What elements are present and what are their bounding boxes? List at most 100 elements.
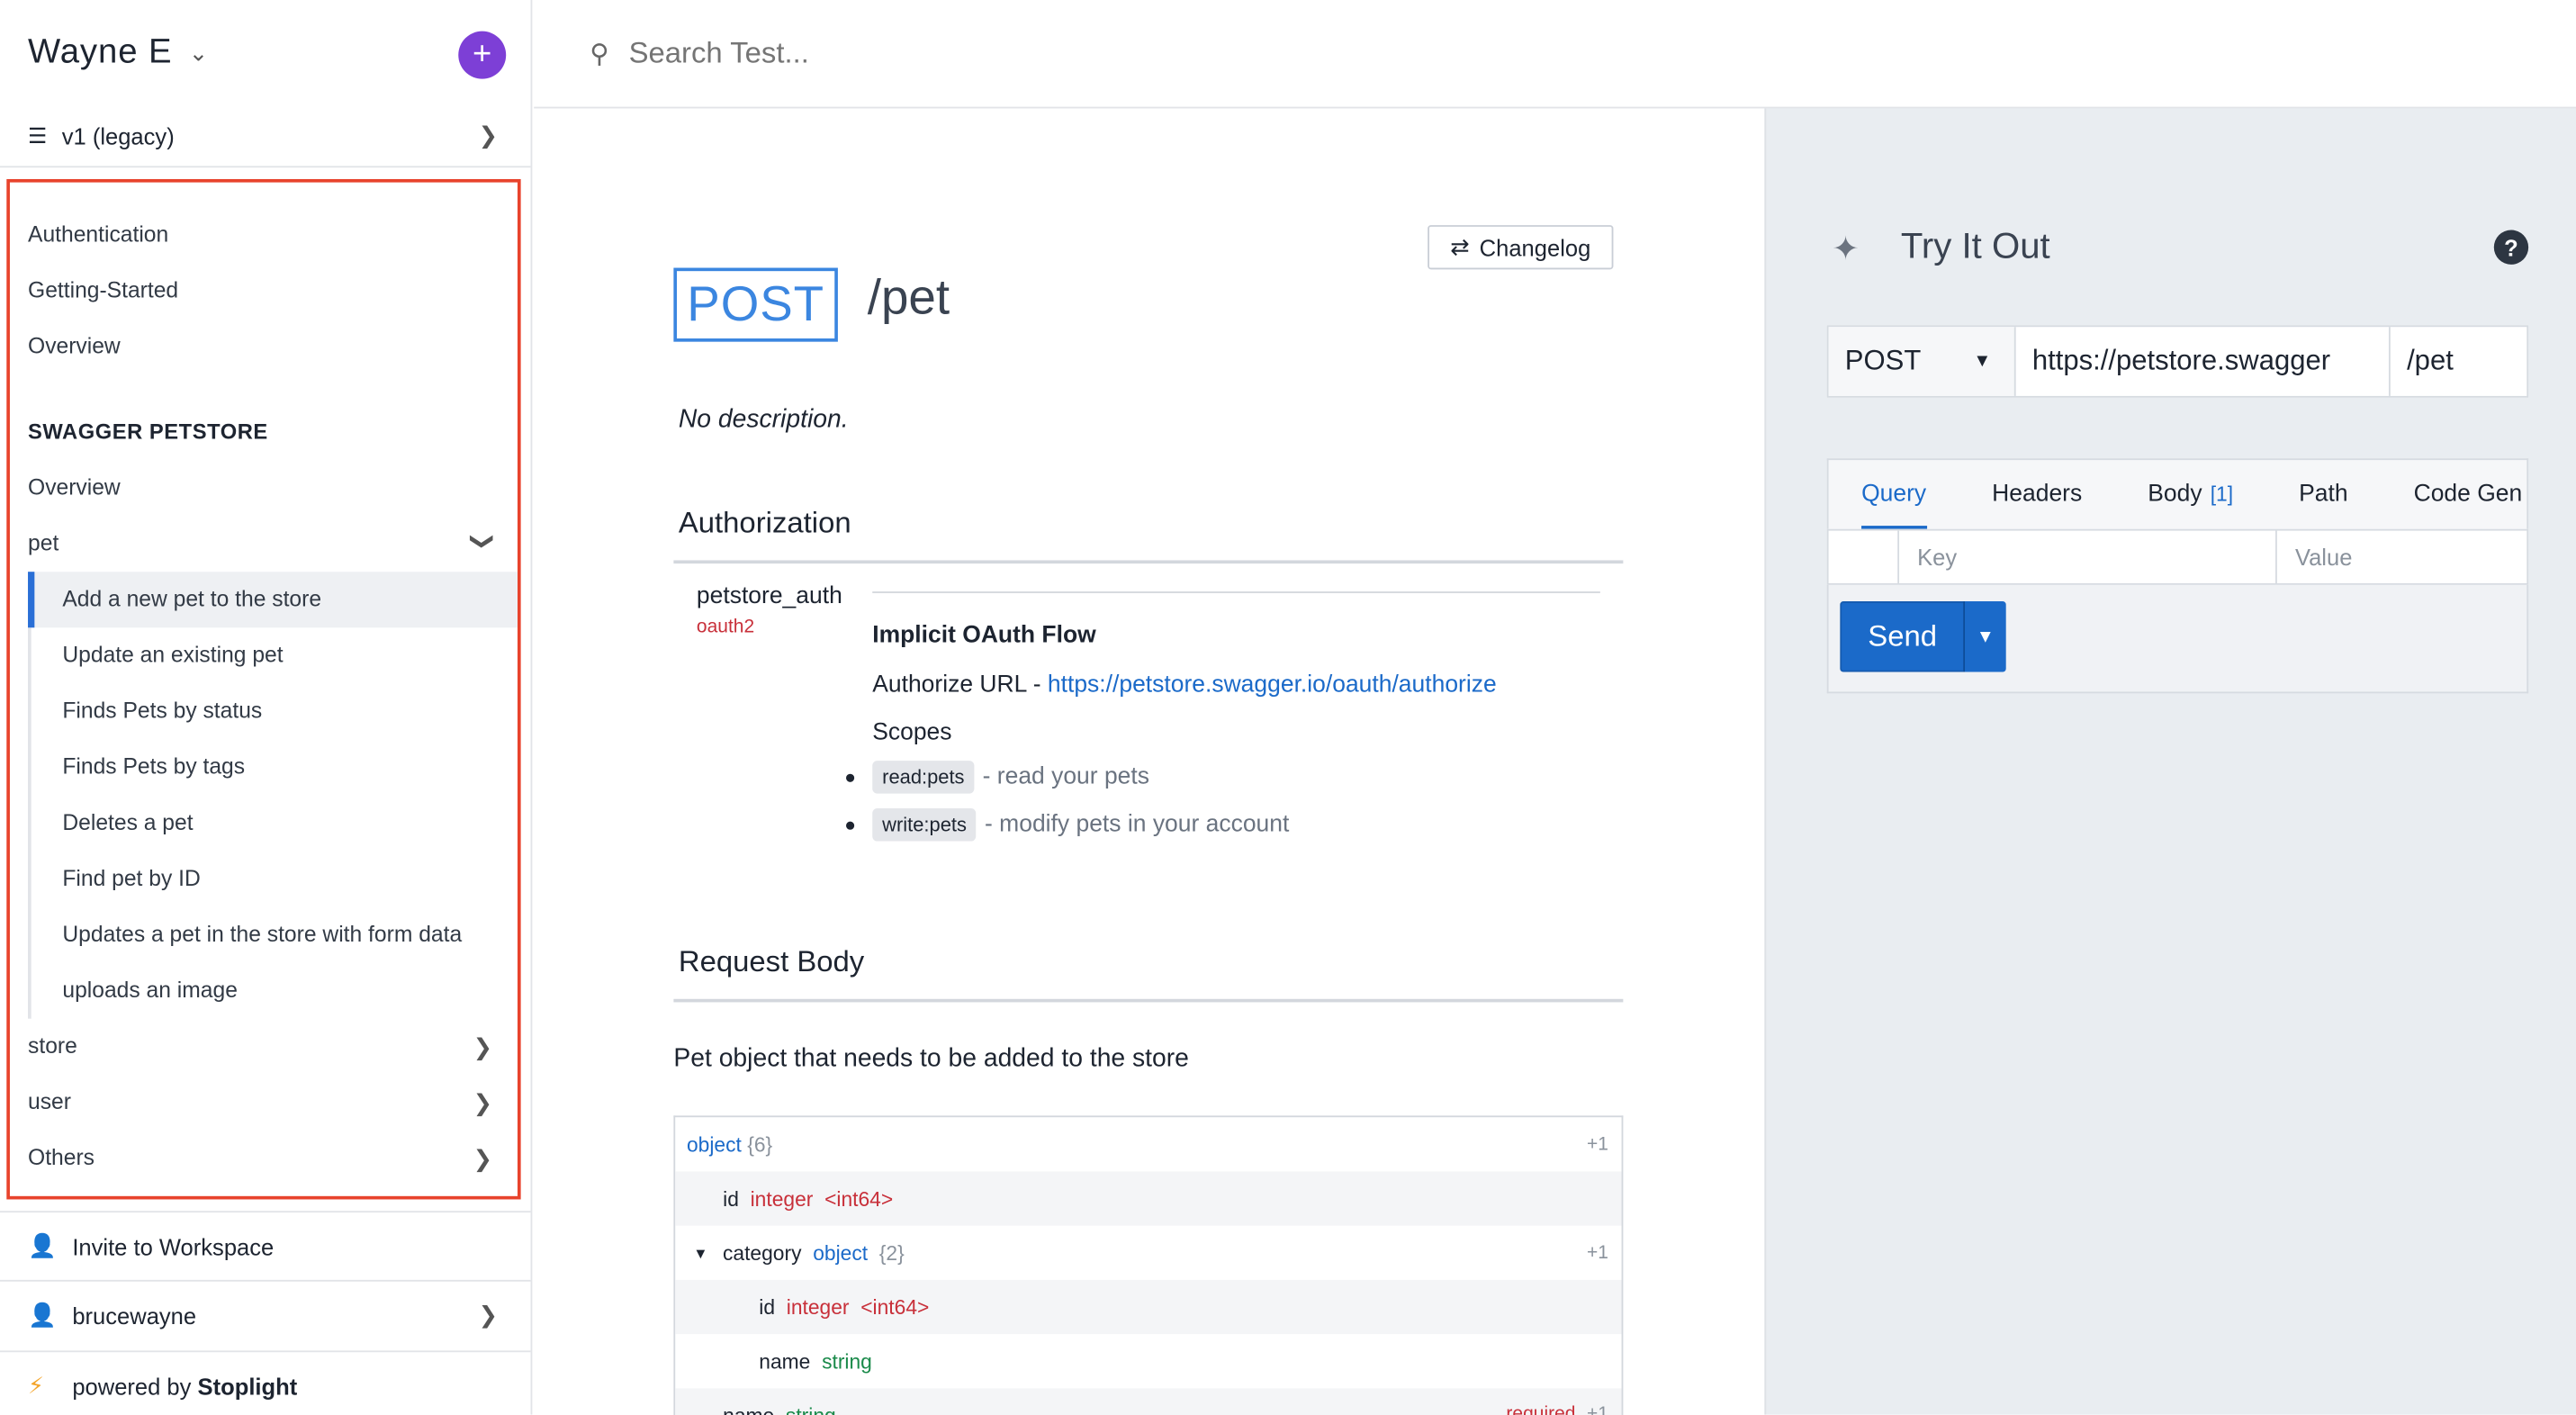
field-name: name [723, 1405, 774, 1415]
schema-plus: +1 [1587, 1134, 1608, 1155]
method-select[interactable]: POST ▼ [1828, 327, 2016, 396]
powered-by[interactable]: ⚡ powered by Stoplight [0, 1350, 531, 1415]
tab-badge: [1] [2210, 482, 2234, 507]
username: brucewayne [72, 1302, 197, 1329]
bullet [846, 820, 855, 829]
query-param-row: Key Value [1826, 528, 2529, 585]
tab-query[interactable]: Query [1829, 460, 1959, 529]
search-bar: ⚲ [534, 0, 2576, 109]
tab-label: Code Gen [2413, 481, 2523, 509]
send-options-button[interactable]: ▼ [1963, 601, 2006, 672]
key-input[interactable]: Key [1899, 530, 2277, 583]
base-url-field[interactable]: https://petstore.swagger [2016, 327, 2391, 396]
field-type: string [822, 1349, 872, 1374]
schema-row: id integer <int64> [675, 1171, 1622, 1226]
workspace-switcher[interactable]: Wayne E ⌄ [28, 33, 209, 73]
changelog-label: Changelog [1479, 234, 1591, 261]
auth-scheme-name: petstore_auth [696, 582, 842, 610]
caret-down-icon[interactable]: ▼ [693, 1245, 707, 1261]
operation-description: No description. [678, 405, 849, 434]
changelog-button[interactable]: ⇄ Changelog [1428, 225, 1614, 270]
sidebar-item-find-by-tags[interactable]: Finds Pets by tags [62, 754, 245, 779]
invite-button[interactable]: 👤 Invite to Workspace [0, 1211, 531, 1280]
oauth-flow-title: Implicit OAuth Flow [872, 622, 1096, 649]
sidebar-item-find-by-id[interactable]: Find pet by ID [62, 866, 200, 890]
field-type: string [786, 1405, 836, 1415]
authorization-heading: Authorization [678, 506, 851, 539]
sidebar-item-authentication[interactable]: Authentication [28, 221, 168, 246]
sidebar-item-update-form[interactable]: Updates a pet in the store with form dat… [62, 922, 462, 946]
add-user-icon: 👤 [28, 1231, 57, 1259]
layers-icon: ☰ [28, 122, 48, 148]
chevron-right-icon[interactable]: ❯ [473, 1033, 492, 1061]
try-it-title: Try It Out [1900, 225, 2050, 266]
field-name: category [722, 1241, 802, 1265]
chevron-down-icon: ⌄ [188, 38, 210, 66]
divider [872, 591, 1600, 593]
sidebar-item-upload-image[interactable]: uploads an image [62, 978, 238, 1002]
schema-plus: +1 [1587, 1404, 1608, 1415]
search-input[interactable] [628, 36, 1451, 71]
tab-body[interactable]: Body [1] [2115, 460, 2266, 529]
schema-plus: +1 [1587, 1242, 1608, 1263]
add-button[interactable]: + [458, 31, 507, 79]
chevron-right-icon: ❯ [478, 1301, 499, 1328]
help-icon[interactable]: ? [2493, 230, 2529, 265]
operation-panel: ⇄ Changelog POST /pet No description. Au… [534, 108, 1765, 1415]
schema-row[interactable]: ▼ category object {2} +1 [675, 1226, 1621, 1280]
sidebar-item-delete-pet[interactable]: Deletes a pet [62, 810, 193, 834]
tab-path[interactable]: Path [2266, 460, 2381, 529]
send-button[interactable]: Send [1840, 601, 1966, 672]
field-format: <int64> [824, 1186, 894, 1211]
scope-description: - modify pets in your account [985, 811, 1290, 838]
sidebar-group-store[interactable]: store [28, 1033, 77, 1058]
scope-description: - read your pets [982, 763, 1149, 790]
caret-down-icon: ▼ [1973, 351, 1992, 372]
tab-headers[interactable]: Headers [1959, 460, 2115, 529]
magic-wand-icon: ✦ [1832, 231, 1860, 268]
sidebar-item-overview[interactable]: Overview [28, 334, 121, 358]
sidebar-group-user[interactable]: user [28, 1089, 71, 1113]
sidebar-item-petstore-overview[interactable]: Overview [28, 475, 121, 500]
path-field[interactable]: /pet [2391, 327, 2526, 396]
sidebar-item-update-pet[interactable]: Update an existing pet [62, 643, 283, 667]
sidebar-item-add-pet[interactable]: Add a new pet to the store [62, 587, 321, 611]
operation-path: /pet [867, 271, 950, 326]
chevron-right-icon: ❯ [478, 122, 499, 149]
sidebar-group-others[interactable]: Others [28, 1145, 95, 1169]
subnav-line [28, 572, 32, 1019]
workspace-name: Wayne E [28, 32, 173, 71]
request-body-description: Pet object that needs to be added to the… [673, 1044, 1189, 1073]
sidebar-item-find-by-status[interactable]: Finds Pets by status [62, 698, 262, 723]
sidebar-group-pet[interactable]: pet [28, 531, 59, 555]
version-selector[interactable]: ☰ v1 (legacy) ❯ [0, 105, 531, 168]
chevron-down-icon[interactable]: ❯ [469, 532, 497, 551]
field-type: integer [750, 1186, 814, 1211]
send-area: Send ▼ [1826, 584, 2529, 694]
scope-chip: write:pets [872, 808, 977, 842]
bullet [846, 772, 855, 781]
chevron-right-icon[interactable]: ❯ [473, 1089, 492, 1117]
field-name: id [723, 1186, 739, 1211]
chevron-right-icon[interactable]: ❯ [473, 1145, 492, 1173]
authorize-url-row: Authorize URL - https://petstore.swagger… [872, 672, 1496, 698]
field-type: integer [786, 1295, 850, 1319]
sidebar-section-title: SWAGGER PETSTORE [28, 419, 268, 444]
schema-count: {6} [747, 1132, 773, 1157]
tab-code-gen[interactable]: Code Gen [2381, 460, 2526, 529]
request-bar: POST ▼ https://petstore.swagger /pet [1826, 325, 2529, 398]
divider [673, 560, 1624, 564]
authorize-url-link[interactable]: https://petstore.swagger.io/oauth/author… [1048, 672, 1497, 698]
powered-prefix: powered by [72, 1373, 192, 1400]
field-type: object [813, 1241, 869, 1265]
authorize-url-label: Authorize URL - [872, 671, 1041, 698]
tab-label: Query [1861, 481, 1927, 509]
tab-label: Path [2299, 481, 2348, 509]
tab-label: Body [2148, 481, 2202, 509]
user-menu[interactable]: 👤 brucewayne ❯ [0, 1279, 531, 1349]
row-toggle[interactable] [1829, 530, 1900, 583]
version-label: v1 (legacy) [61, 122, 175, 149]
value-input[interactable]: Value [2277, 531, 2526, 583]
sidebar-item-getting-started[interactable]: Getting-Started [28, 277, 178, 302]
field-name: name [759, 1349, 811, 1374]
